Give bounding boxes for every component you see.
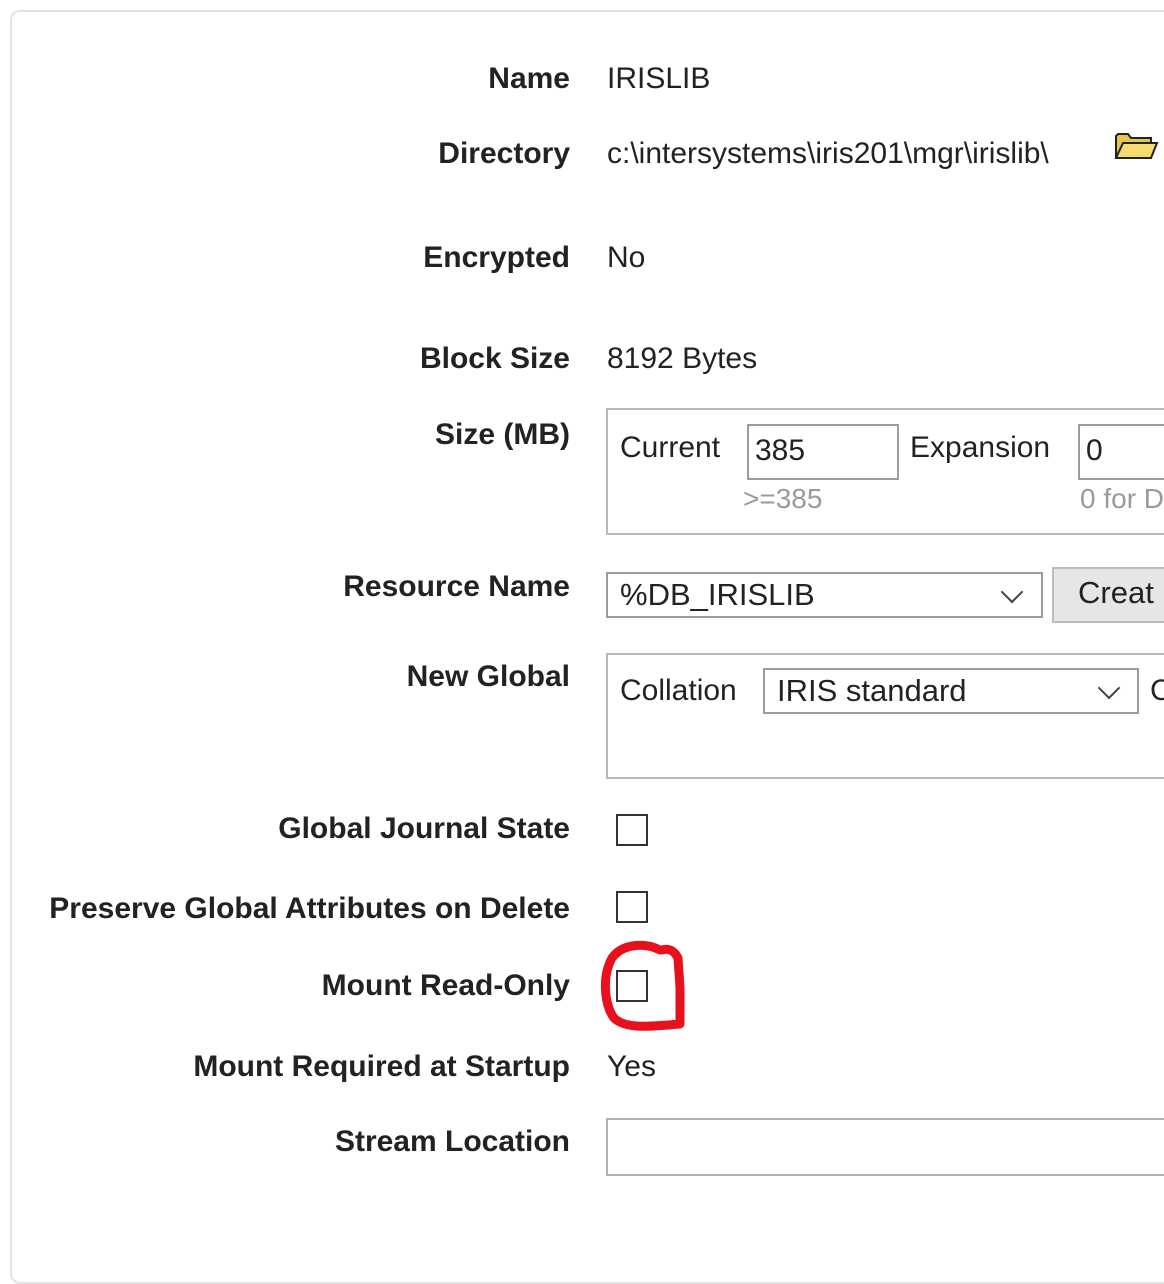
- stream-location-input[interactable]: [606, 1118, 1164, 1176]
- global-journal-state-label: Global Journal State: [278, 812, 570, 845]
- resource-name-selected: %DB_IRISLIB: [620, 577, 815, 612]
- chevron-down-icon: [1097, 676, 1121, 700]
- preserve-global-attributes-label: Preserve Global Attributes on Delete: [49, 892, 570, 925]
- collation-select[interactable]: IRIS standard: [763, 668, 1139, 714]
- encrypted-label: Encrypted: [423, 241, 570, 274]
- current-size-hint: >=385: [743, 483, 823, 514]
- directory-value: c:\intersystems\iris201\mgr\irislib\: [607, 137, 1049, 170]
- name-label: Name: [488, 62, 570, 95]
- size-label: Size (MB): [435, 418, 570, 451]
- red-circle-annotation: [600, 940, 685, 1031]
- name-value: IRISLIB: [607, 62, 711, 95]
- truncated-field-label: C: [1150, 674, 1164, 707]
- expansion-input[interactable]: 0: [1078, 424, 1164, 480]
- mount-read-only-label: Mount Read-Only: [321, 969, 570, 1002]
- new-global-label: New Global: [406, 660, 570, 693]
- collation-selected: IRIS standard: [777, 673, 967, 708]
- block-size-label: Block Size: [419, 342, 570, 375]
- collation-label: Collation: [620, 674, 737, 707]
- directory-label: Directory: [438, 137, 570, 170]
- mount-required-label: Mount Required at Startup: [193, 1050, 570, 1083]
- resource-name-select[interactable]: %DB_IRISLIB: [606, 572, 1043, 618]
- chevron-down-icon: [1000, 580, 1024, 604]
- current-label: Current: [620, 431, 721, 464]
- database-properties-panel: [10, 10, 1164, 1284]
- block-size-value: 8192 Bytes: [607, 342, 758, 375]
- stream-location-label: Stream Location: [334, 1125, 570, 1158]
- expansion-hint: 0 for D: [1080, 483, 1164, 514]
- create-resource-button[interactable]: Creat: [1052, 567, 1164, 623]
- expansion-label: Expansion: [910, 431, 1051, 464]
- preserve-global-attributes-checkbox[interactable]: [616, 891, 648, 923]
- global-journal-state-checkbox[interactable]: [616, 814, 648, 846]
- folder-icon[interactable]: [1113, 128, 1159, 162]
- encrypted-value: No: [607, 241, 646, 274]
- mount-required-value: Yes: [607, 1050, 656, 1083]
- resource-name-label: Resource Name: [343, 570, 570, 603]
- current-size-input[interactable]: 385: [747, 424, 899, 480]
